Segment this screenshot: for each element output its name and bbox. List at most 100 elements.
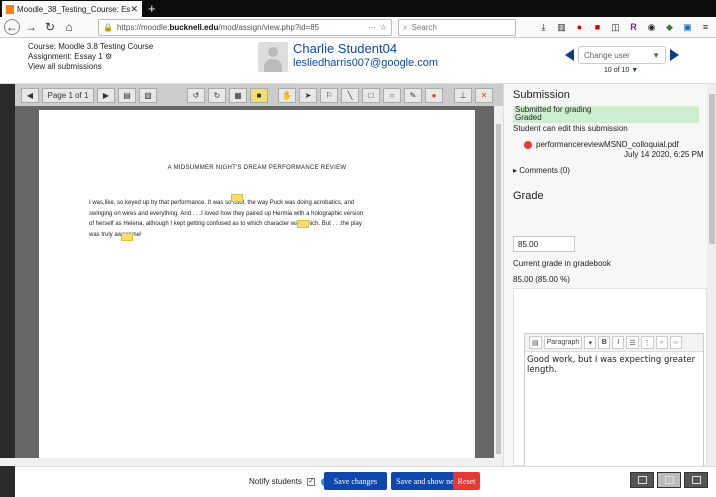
comment-colour-icon[interactable]: ■ bbox=[250, 87, 268, 103]
grade-heading: Grade bbox=[513, 190, 544, 202]
next-user-icon[interactable] bbox=[670, 49, 679, 61]
home-icon[interactable]: ⌂ bbox=[61, 19, 77, 35]
previous-user-icon[interactable] bbox=[565, 49, 574, 61]
gear-icon[interactable]: ⚙ bbox=[105, 52, 112, 61]
expand-comments-icon[interactable]: ▧ bbox=[139, 87, 157, 103]
save-changes-button[interactable]: Save changes bbox=[324, 472, 387, 490]
current-grade-label: Current grade in gradebook bbox=[513, 259, 611, 268]
pdf-viewport[interactable]: A MIDSUMMER NIGHT'S DREAM PERFORMANCE RE… bbox=[15, 106, 503, 458]
course-link[interactable]: Course: Moodle 3.8 Testing Course bbox=[28, 42, 153, 52]
reload-icon[interactable]: ↻ bbox=[42, 19, 58, 35]
panel-scroll-thumb[interactable] bbox=[709, 94, 715, 244]
submitted-file[interactable]: performancereviewMSND_colloquial.pdf bbox=[524, 140, 679, 149]
delete-annotation-icon[interactable]: ✕ bbox=[475, 87, 493, 103]
change-user-select[interactable]: Change user ▼ bbox=[578, 46, 666, 64]
back-arrow-icon[interactable]: ← bbox=[4, 19, 20, 35]
numbered-list-icon[interactable]: ⋮ bbox=[640, 336, 654, 349]
select-tool-icon[interactable]: ➤ bbox=[299, 87, 317, 103]
current-grade-value: 85.00 (85.00 %) bbox=[513, 275, 570, 284]
status-submitted: Submitted for grading bbox=[515, 105, 592, 114]
scroll-thumb[interactable] bbox=[496, 124, 501, 454]
pdf-horizontal-scrollbar[interactable] bbox=[0, 458, 503, 466]
file-link[interactable]: performancereviewMSND_colloquial.pdf bbox=[536, 140, 679, 149]
new-tab-button[interactable]: + bbox=[148, 1, 156, 16]
rotate-right-icon[interactable]: ↻ bbox=[208, 87, 226, 103]
oval-tool-icon[interactable]: ○ bbox=[383, 87, 401, 103]
forward-arrow-icon[interactable]: → bbox=[23, 19, 39, 35]
feedback-text[interactable]: Good work, but I was expecting greater l… bbox=[525, 352, 703, 378]
pan-tool-icon[interactable]: ✋ bbox=[278, 87, 296, 103]
next-page-icon[interactable]: ▶ bbox=[97, 87, 115, 103]
reset-button[interactable]: Reset bbox=[453, 472, 480, 490]
rotate-left-icon[interactable]: ↺ bbox=[187, 87, 205, 103]
annotation-colour-icon[interactable]: ● bbox=[425, 87, 443, 103]
view-all-submissions-link[interactable]: View all submissions bbox=[28, 62, 153, 72]
user-count: 10 of 10 ▼ bbox=[604, 67, 639, 74]
comments-toggle[interactable]: ▸ Comments (0) bbox=[513, 166, 570, 175]
default-layout-icon[interactable] bbox=[657, 472, 681, 488]
search-placeholder: Search bbox=[411, 23, 437, 32]
stamp-tool-icon[interactable]: ⚐ bbox=[320, 87, 338, 103]
bookmark-star-icon[interactable]: ☆ bbox=[380, 23, 387, 32]
url-bar[interactable]: 🔒 https://moodle.bucknell.edu/mod/assign… bbox=[98, 19, 392, 36]
chevron-down-icon[interactable]: ▾ bbox=[584, 336, 597, 349]
notify-label: Notify students bbox=[249, 477, 302, 486]
library-icon[interactable]: ▥ bbox=[555, 20, 568, 34]
comment-annotation[interactable] bbox=[297, 220, 309, 228]
toolbar-toggle-icon[interactable]: ▤ bbox=[529, 336, 542, 349]
search-comments-icon[interactable]: ▤ bbox=[118, 87, 136, 103]
notify-checkbox[interactable]: ✓ bbox=[307, 477, 316, 486]
pdf-vertical-scrollbar[interactable] bbox=[494, 106, 503, 458]
italic-icon[interactable]: I bbox=[612, 336, 625, 349]
document-line: swinging on wires and everything. And . … bbox=[89, 210, 364, 217]
prev-page-icon[interactable]: ◀ bbox=[21, 87, 39, 103]
moodle-favicon-icon bbox=[6, 4, 14, 14]
feedback-editor[interactable]: ▤ Paragraph ▾ B I ☰ ⋮ ⚭ ⚮ Good work, but… bbox=[524, 333, 704, 467]
assignment-link[interactable]: Assignment: Essay 1 ⚙ bbox=[28, 52, 153, 62]
filter-icon[interactable]: ▼ bbox=[631, 67, 638, 74]
pen-tool-icon[interactable]: ✎ bbox=[404, 87, 422, 103]
paragraph-format-select[interactable]: Paragraph bbox=[543, 336, 583, 349]
student-email[interactable]: lesliedharris007@google.com bbox=[293, 57, 438, 69]
submission-heading: Submission bbox=[513, 89, 570, 101]
browser-toolbar-icons: ⤓ ▥ ● ■ ◫ R ◉ ◆ ▣ ≡ bbox=[537, 20, 712, 34]
comment-tool-icon[interactable]: ▦ bbox=[229, 87, 247, 103]
grader-footer: Notify students ✓ Save changes Save and … bbox=[15, 466, 716, 497]
comment-annotation[interactable] bbox=[121, 233, 133, 241]
unlink-icon[interactable]: ⚮ bbox=[669, 336, 682, 349]
download-icon[interactable]: ⤓ bbox=[537, 20, 550, 34]
page-actions-icon[interactable]: ··· bbox=[368, 23, 376, 32]
panel-scrollbar[interactable] bbox=[707, 84, 716, 466]
r-extension-icon[interactable]: R bbox=[627, 20, 640, 34]
puzzle-icon[interactable]: ◆ bbox=[663, 20, 676, 34]
left-dark-gutter bbox=[0, 38, 15, 497]
shield-icon[interactable]: ● bbox=[573, 20, 586, 34]
page-select[interactable]: Page 1 of 1 bbox=[42, 87, 94, 103]
course-info: Course: Moodle 3.8 Testing Course Assign… bbox=[28, 42, 153, 72]
user-navigation: Change user ▼ bbox=[565, 46, 679, 64]
collapse-grade-icon[interactable] bbox=[684, 472, 708, 488]
extension-icon[interactable]: ■ bbox=[591, 20, 604, 34]
student-name[interactable]: Charlie Student04 bbox=[293, 41, 397, 56]
pdf-file-icon bbox=[524, 140, 532, 149]
bold-icon[interactable]: B bbox=[598, 336, 611, 349]
search-icon: ⌕ bbox=[403, 22, 408, 32]
line-tool-icon[interactable]: ╲ bbox=[341, 87, 359, 103]
comment-annotation[interactable] bbox=[231, 194, 243, 202]
search-input[interactable]: ⌕ Search bbox=[398, 19, 516, 36]
bullet-list-icon[interactable]: ☰ bbox=[626, 336, 639, 349]
submission-status: Submitted for grading Graded bbox=[513, 106, 699, 123]
tab-close-icon[interactable]: ✕ bbox=[130, 4, 138, 15]
pdf-page[interactable]: A MIDSUMMER NIGHT'S DREAM PERFORMANCE RE… bbox=[39, 110, 475, 458]
notification-icon[interactable]: ▣ bbox=[681, 20, 694, 34]
stamp-icon[interactable]: ⊥ bbox=[454, 87, 472, 103]
grade-input[interactable]: 85.00 bbox=[513, 236, 575, 252]
privacy-icon[interactable]: ◉ bbox=[645, 20, 658, 34]
sidebar-icon[interactable]: ◫ bbox=[609, 20, 622, 34]
browser-tab[interactable]: Moodle_38_Testing_Course: Es ✕ bbox=[2, 1, 142, 17]
link-icon[interactable]: ⚭ bbox=[655, 336, 668, 349]
menu-icon[interactable]: ≡ bbox=[699, 20, 712, 34]
rectangle-tool-icon[interactable]: □ bbox=[362, 87, 380, 103]
collapse-review-icon[interactable] bbox=[630, 472, 654, 488]
browser-tab-bar: Moodle_38_Testing_Course: Es ✕ + bbox=[0, 0, 716, 17]
